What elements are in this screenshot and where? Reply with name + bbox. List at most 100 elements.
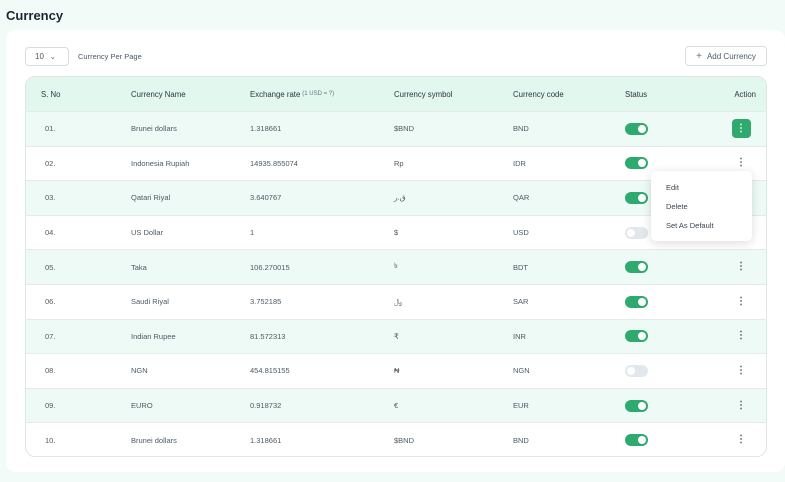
- row-action-cell: ⋮: [730, 285, 752, 319]
- menu-item-set-default[interactable]: Set As Default: [651, 216, 752, 235]
- row-status-cell: [625, 354, 648, 388]
- row-sno: 09.: [45, 401, 56, 411]
- row-currency-symbol: ₹: [394, 331, 399, 341]
- row-exchange-rate: 106.270015: [250, 262, 290, 272]
- row-sno: 05.: [45, 262, 56, 272]
- status-toggle[interactable]: [625, 261, 648, 274]
- row-currency-name: Taka: [131, 262, 147, 272]
- row-currency-code: INR: [513, 331, 526, 341]
- row-status-cell: [625, 285, 648, 319]
- row-action-button[interactable]: ⋮: [736, 365, 746, 376]
- page-title: Currency: [6, 8, 64, 23]
- row-currency-name: Brunei dollars: [131, 124, 177, 134]
- row-exchange-rate: 0.918732: [250, 401, 282, 411]
- row-status-cell: [625, 320, 648, 354]
- row-currency-code: NGN: [513, 366, 530, 376]
- row-action-button[interactable]: ⋮: [736, 158, 746, 168]
- row-status-cell: [625, 250, 648, 284]
- row-currency-symbol: €: [394, 401, 399, 411]
- row-exchange-rate: 1.318661: [250, 435, 282, 445]
- status-toggle[interactable]: [625, 364, 648, 377]
- status-toggle[interactable]: [625, 226, 648, 239]
- row-currency-code: BND: [513, 435, 529, 445]
- row-action-button[interactable]: ⋮: [736, 400, 746, 411]
- menu-item-edit[interactable]: Edit: [651, 178, 752, 197]
- currency-card: 10 ⌄ Currency Per Page + Add Currency S.…: [6, 30, 785, 472]
- status-toggle[interactable]: [625, 122, 648, 135]
- kebab-icon: ⋮: [736, 261, 746, 273]
- table-row: 07. Indian Rupee 81.572313 ₹ INR ⋮: [26, 318, 766, 354]
- row-exchange-rate: 1.318661: [250, 124, 282, 134]
- menu-item-delete[interactable]: Delete: [651, 197, 752, 216]
- per-page-label: Currency Per Page: [78, 52, 142, 61]
- row-status-cell: [625, 112, 648, 146]
- row-action-button[interactable]: ⋮: [736, 262, 746, 272]
- chevron-down-icon: ⌄: [49, 53, 56, 61]
- row-exchange-rate: 81.572313: [250, 331, 286, 341]
- row-currency-symbol: ₦: [394, 366, 400, 376]
- status-toggle[interactable]: [625, 434, 648, 447]
- status-toggle[interactable]: [625, 399, 648, 412]
- row-action-cell: ⋮: [730, 354, 752, 388]
- header-name: Currency Name: [131, 89, 186, 99]
- status-toggle[interactable]: [625, 330, 648, 343]
- row-currency-code: IDR: [513, 158, 526, 168]
- kebab-icon: ⋮: [736, 434, 746, 446]
- row-currency-code: USD: [513, 228, 529, 238]
- header-symbol: Currency symbol: [394, 89, 453, 99]
- row-currency-code: EUR: [513, 401, 529, 411]
- header-status: Status: [625, 89, 648, 99]
- row-exchange-rate: 3.640767: [250, 193, 282, 203]
- row-exchange-rate: 454.815155: [250, 366, 290, 376]
- row-action-button[interactable]: ⋮: [736, 435, 746, 445]
- kebab-icon: ⋮: [736, 122, 746, 134]
- per-page-value: 10: [35, 52, 44, 61]
- row-currency-code: BDT: [513, 262, 528, 272]
- row-currency-code: BND: [513, 124, 529, 134]
- row-currency-symbol: Rp: [394, 158, 404, 168]
- row-action-menu: Edit Delete Set As Default: [651, 171, 752, 241]
- row-action-button[interactable]: ⋮: [731, 119, 751, 139]
- row-status-cell: [625, 389, 648, 423]
- row-action-cell: ⋮: [730, 250, 752, 284]
- per-page-select[interactable]: 10 ⌄: [25, 47, 69, 66]
- row-action-button[interactable]: ⋮: [736, 331, 746, 341]
- row-action-button[interactable]: ⋮: [736, 295, 746, 307]
- row-sno: 07.: [45, 331, 56, 341]
- row-currency-symbol: $BND: [394, 435, 415, 445]
- row-sno: 03.: [45, 193, 56, 203]
- status-toggle[interactable]: [625, 295, 648, 308]
- row-currency-name: Indian Rupee: [131, 331, 176, 341]
- table-row: 01. Brunei dollars 1.318661 $BND BND ⋮: [26, 111, 766, 146]
- kebab-icon: ⋮: [736, 295, 746, 307]
- row-currency-symbol: ﷼: [394, 296, 403, 306]
- row-sno: 02.: [45, 158, 56, 168]
- row-currency-symbol: ৳: [394, 261, 398, 271]
- row-action-cell: ⋮: [730, 423, 752, 456]
- row-currency-name: EURO: [131, 401, 153, 411]
- currency-table: S. No Currency Name Exchange rate (1 USD…: [25, 76, 767, 457]
- row-sno: 10.: [45, 435, 56, 445]
- header-action: Action: [734, 89, 756, 99]
- row-currency-symbol: ق.ر: [394, 193, 406, 203]
- add-currency-button[interactable]: + Add Currency: [685, 46, 767, 66]
- row-sno: 01.: [45, 124, 56, 134]
- status-toggle[interactable]: [625, 191, 648, 204]
- row-status-cell: [625, 423, 648, 456]
- status-toggle[interactable]: [625, 157, 648, 170]
- table-row: 10. Brunei dollars 1.318661 $BND BND ⋮: [26, 422, 766, 456]
- header-sno: S. No: [41, 89, 61, 99]
- table-row: 06. Saudi Riyal 3.752185 ﷼ SAR ⋮: [26, 284, 766, 319]
- row-action-cell: ⋮: [730, 112, 752, 146]
- row-currency-name: Brunei dollars: [131, 435, 177, 445]
- kebab-icon: ⋮: [736, 157, 746, 169]
- row-currency-name: NGN: [131, 366, 148, 376]
- row-action-cell: ⋮: [730, 320, 752, 354]
- table-header: S. No Currency Name Exchange rate (1 USD…: [26, 77, 766, 111]
- row-action-cell: ⋮: [730, 389, 752, 423]
- kebab-icon: ⋮: [736, 330, 746, 342]
- header-rate-sub: (1 USD = ?): [302, 91, 335, 97]
- row-currency-name: US Dollar: [131, 228, 164, 238]
- row-sno: 04.: [45, 228, 56, 238]
- row-status-cell: [625, 216, 648, 250]
